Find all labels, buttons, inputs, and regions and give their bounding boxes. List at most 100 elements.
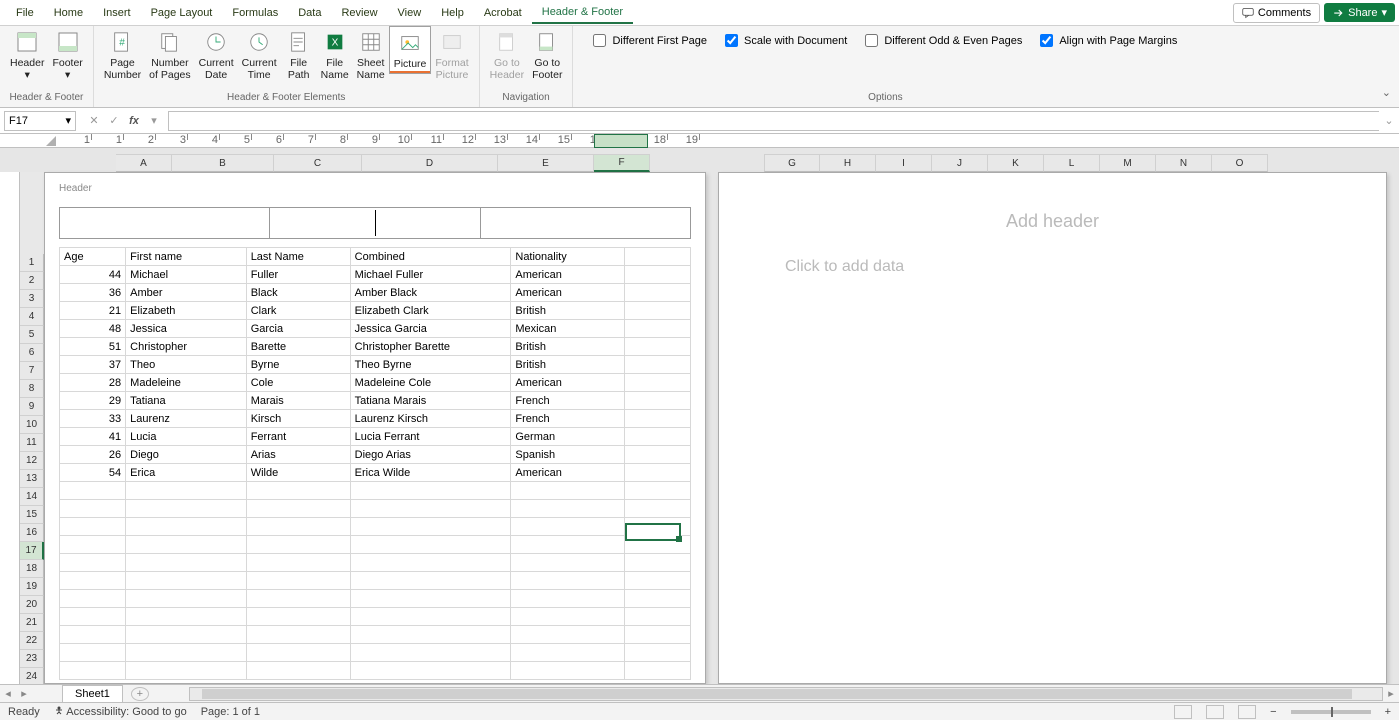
select-all-icon[interactable] [46,136,56,146]
table-row[interactable]: 26DiegoAriasDiego AriasSpanish [60,446,691,464]
row-header-5[interactable]: 5 [20,326,44,344]
add-sheet-button[interactable]: + [131,687,149,701]
comments-button[interactable]: Comments [1233,3,1320,23]
fx-icon[interactable]: fx [124,111,144,131]
col-header-H[interactable]: H [820,154,876,172]
row-header-10[interactable]: 10 [20,416,44,434]
sheet-name-button[interactable]: SheetName [353,26,389,83]
view-page-break-button[interactable] [1238,705,1256,719]
status-accessibility[interactable]: Accessibility: Good to go [54,705,187,718]
number-of-pages-button[interactable]: Numberof Pages [145,26,194,83]
row-header-11[interactable]: 11 [20,434,44,452]
row-header-1[interactable]: 1 [20,254,44,272]
row-header-9[interactable]: 9 [20,398,44,416]
row-header-21[interactable]: 21 [20,614,44,632]
menu-page-layout[interactable]: Page Layout [141,3,223,23]
row-header-16[interactable]: 16 [20,524,44,542]
diff-odd-even-checkbox[interactable]: Different Odd & Even Pages [865,34,1022,47]
horizontal-scrollbar[interactable] [189,687,1383,701]
row-header-18[interactable]: 18 [20,560,44,578]
col-header-A[interactable]: A [116,154,172,172]
menu-formulas[interactable]: Formulas [222,3,288,23]
table-row[interactable]: 51ChristopherBaretteChristopher BaretteB… [60,338,691,356]
col-header-I[interactable]: I [876,154,932,172]
selected-cell[interactable] [625,523,681,541]
table-row[interactable]: 44MichaelFullerMichael FullerAmerican [60,266,691,284]
zoom-slider[interactable] [1291,710,1371,714]
col-header-B[interactable]: B [172,154,274,172]
sheet-tab-1[interactable]: Sheet1 [62,685,123,702]
add-header-placeholder[interactable]: Add header [719,211,1386,232]
row-header-7[interactable]: 7 [20,362,44,380]
table-row[interactable]: 33LaurenzKirschLaurenz KirschFrench [60,410,691,428]
col-header-L[interactable]: L [1044,154,1100,172]
current-date-button[interactable]: CurrentDate [195,26,238,83]
header-right-box[interactable] [480,207,691,239]
row-header-3[interactable]: 3 [20,290,44,308]
col-header-J[interactable]: J [932,154,988,172]
cancel-icon[interactable]: ✕ [84,111,104,131]
col-header-O[interactable]: O [1212,154,1268,172]
picture-button[interactable]: Picture [389,26,432,74]
zoom-out-button[interactable]: − [1270,706,1276,718]
formula-input[interactable] [168,111,1379,131]
col-header-G[interactable]: G [764,154,820,172]
menu-home[interactable]: Home [44,3,93,23]
file-path-button[interactable]: FilePath [281,26,317,83]
menu-data[interactable]: Data [288,3,331,23]
header-center-box[interactable] [269,207,479,239]
row-header-8[interactable]: 8 [20,380,44,398]
tab-prev-icon[interactable]: ◂ [0,687,16,700]
menu-file[interactable]: File [6,3,44,23]
collapse-ribbon-icon[interactable]: ⌄ [1382,86,1391,99]
col-header-N[interactable]: N [1156,154,1212,172]
col-header-C[interactable]: C [274,154,362,172]
row-header-17[interactable]: 17 [20,542,44,560]
menu-view[interactable]: View [388,3,432,23]
chevron-down-icon[interactable]: ▾ [65,114,71,127]
header-left-box[interactable] [59,207,269,239]
col-header-E[interactable]: E [498,154,594,172]
menu-help[interactable]: Help [431,3,474,23]
row-header-13[interactable]: 13 [20,470,44,488]
table-row[interactable]: 29TatianaMaraisTatiana MaraisFrench [60,392,691,410]
chevron-down-icon[interactable]: ▾ [144,111,164,131]
expand-formula-icon[interactable]: ⌄ [1379,111,1399,131]
click-to-add-data[interactable]: Click to add data [785,258,1386,276]
header-button[interactable]: Header▾ [6,26,48,83]
share-button[interactable]: Share ▾ [1324,3,1395,22]
row-header-14[interactable]: 14 [20,488,44,506]
row-header-4[interactable]: 4 [20,308,44,326]
menu-insert[interactable]: Insert [93,3,141,23]
table-row[interactable]: 48JessicaGarciaJessica GarciaMexican [60,320,691,338]
table-row[interactable]: 37TheoByrneTheo ByrneBritish [60,356,691,374]
menu-review[interactable]: Review [331,3,387,23]
row-header-20[interactable]: 20 [20,596,44,614]
table-row[interactable]: 28MadeleineColeMadeleine ColeAmerican [60,374,691,392]
table-row[interactable]: 36AmberBlackAmber BlackAmerican [60,284,691,302]
name-box[interactable]: F17▾ [4,111,76,131]
col-header-D[interactable]: D [362,154,498,172]
view-page-layout-button[interactable] [1206,705,1224,719]
enter-icon[interactable]: ✓ [104,111,124,131]
header-boxes[interactable] [59,207,691,239]
col-header-K[interactable]: K [988,154,1044,172]
tab-next-icon[interactable]: ▸ [16,687,32,700]
data-grid[interactable]: AgeFirst nameLast NameCombinedNationalit… [59,247,691,680]
align-margins-checkbox[interactable]: Align with Page Margins [1040,34,1177,47]
row-header-19[interactable]: 19 [20,578,44,596]
row-header-6[interactable]: 6 [20,344,44,362]
view-normal-button[interactable] [1174,705,1192,719]
zoom-in-button[interactable]: + [1385,706,1391,718]
scroll-right-icon[interactable]: ▸ [1383,687,1399,700]
row-header-23[interactable]: 23 [20,650,44,668]
table-row[interactable]: 21ElizabethClarkElizabeth ClarkBritish [60,302,691,320]
row-header-2[interactable]: 2 [20,272,44,290]
menu-acrobat[interactable]: Acrobat [474,3,532,23]
row-header-24[interactable]: 24 [20,668,44,684]
col-header-M[interactable]: M [1100,154,1156,172]
footer-button[interactable]: Footer▾ [48,26,86,83]
row-header-15[interactable]: 15 [20,506,44,524]
diff-first-checkbox[interactable]: Different First Page [593,34,707,47]
current-time-button[interactable]: CurrentTime [238,26,281,83]
